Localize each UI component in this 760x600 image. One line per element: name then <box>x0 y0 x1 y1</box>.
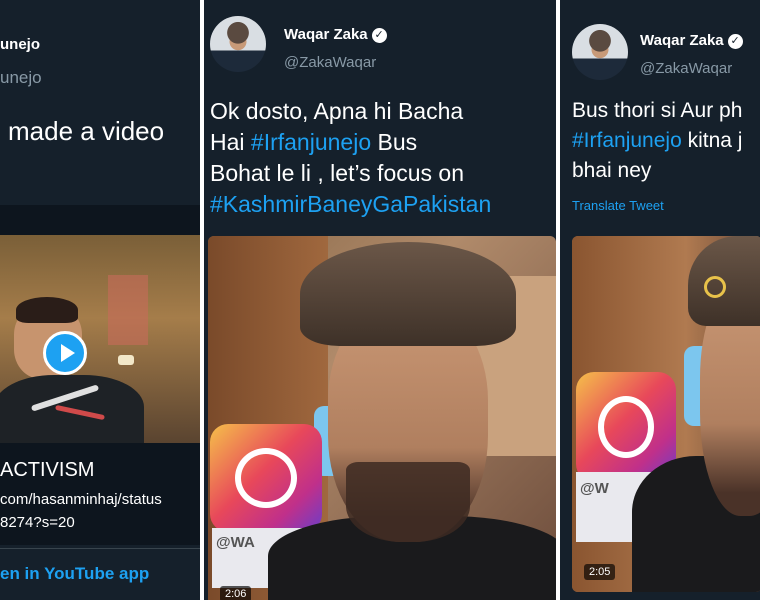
open-youtube-link[interactable]: en in YouTube app <box>0 564 149 584</box>
watermark-text: @WA <box>216 534 255 551</box>
video-duration: 2:06 <box>220 586 252 600</box>
tweet-text-segment: kitna j <box>681 129 743 152</box>
author-name[interactable]: unejo <box>0 36 40 53</box>
tweet-line: Bus thori si Aur ph <box>572 99 743 122</box>
author-name-row[interactable]: Waqar Zaka ✓ <box>284 26 387 43</box>
author-handle[interactable]: @ZakaWaqar <box>640 60 732 77</box>
hashtag-link[interactable]: #Irfanjunejo <box>572 129 682 152</box>
tweet-panel-right: Waqar Zaka ✓ @ZakaWaqar Bus thori si Aur … <box>560 0 760 600</box>
verified-badge-icon: ✓ <box>371 28 387 43</box>
translate-tweet-link[interactable]: Translate Tweet <box>572 198 664 213</box>
tweet-text-segment: Bus <box>371 129 418 155</box>
video-card[interactable]: ACTIVISM com/hasanminhaj/status 8274?s=2… <box>0 205 200 545</box>
tweet-text-segment: Hai <box>210 129 251 155</box>
tweet-line: #KashmirBaneyGaPakistan <box>210 189 556 220</box>
verified-badge-icon: ✓ <box>727 34 743 49</box>
avatar[interactable] <box>572 24 628 80</box>
card-title: ACTIVISM <box>0 459 95 481</box>
avatar[interactable] <box>210 16 266 72</box>
cap-badge-icon <box>704 276 726 298</box>
hashtag-link[interactable]: #Irfanjunejo <box>251 129 371 155</box>
watermark-text: @W <box>580 480 609 497</box>
cap <box>300 242 516 346</box>
play-icon <box>61 344 75 362</box>
tweet-line: Hai #Irfanjunejo Bus <box>210 127 556 158</box>
instagram-logo-icon <box>210 424 322 532</box>
divider <box>0 548 200 549</box>
tweet-text: Bus thori si Aur ph #Irfanjunejo kitna j… <box>572 96 742 186</box>
author-handle[interactable]: unejo <box>0 68 42 88</box>
video-thumbnail[interactable] <box>0 235 200 443</box>
card-link-line1[interactable]: com/hasanminhaj/status <box>0 491 162 508</box>
author-handle[interactable]: @ZakaWaqar <box>284 54 376 71</box>
tweet-text: Ok dosto, Apna hi Bacha Hai #Irfanjunejo… <box>210 96 556 220</box>
card-link-line2[interactable]: 8274?s=20 <box>0 514 75 531</box>
video-player[interactable]: @W 2:05 <box>572 236 760 592</box>
author-name-row[interactable]: Waqar Zaka ✓ <box>640 32 743 49</box>
tweet-panel-left: unejo unejo made a video ACTIVISM com/ha… <box>0 0 200 600</box>
tweet-text: made a video <box>8 116 165 146</box>
tweet-line: #Irfanjunejo kitna j <box>572 126 742 156</box>
tweet-line: Bohat le li , let’s focus on <box>210 160 464 186</box>
author-name[interactable]: Waqar Zaka <box>640 32 724 49</box>
play-button[interactable] <box>43 331 87 375</box>
tweet-line: bhai ney <box>572 159 652 182</box>
tweet-line: Ok dosto, Apna hi Bacha <box>210 98 464 124</box>
hashtag-link[interactable]: #KashmirBaneyGaPakistan <box>210 191 491 217</box>
author-name[interactable]: Waqar Zaka <box>284 26 368 43</box>
video-player[interactable]: @WA 2:06 <box>208 236 556 600</box>
video-duration: 2:05 <box>584 564 616 580</box>
tweet-panel-middle: Waqar Zaka ✓ @ZakaWaqar Ok dosto, Apna hi… <box>204 0 556 600</box>
